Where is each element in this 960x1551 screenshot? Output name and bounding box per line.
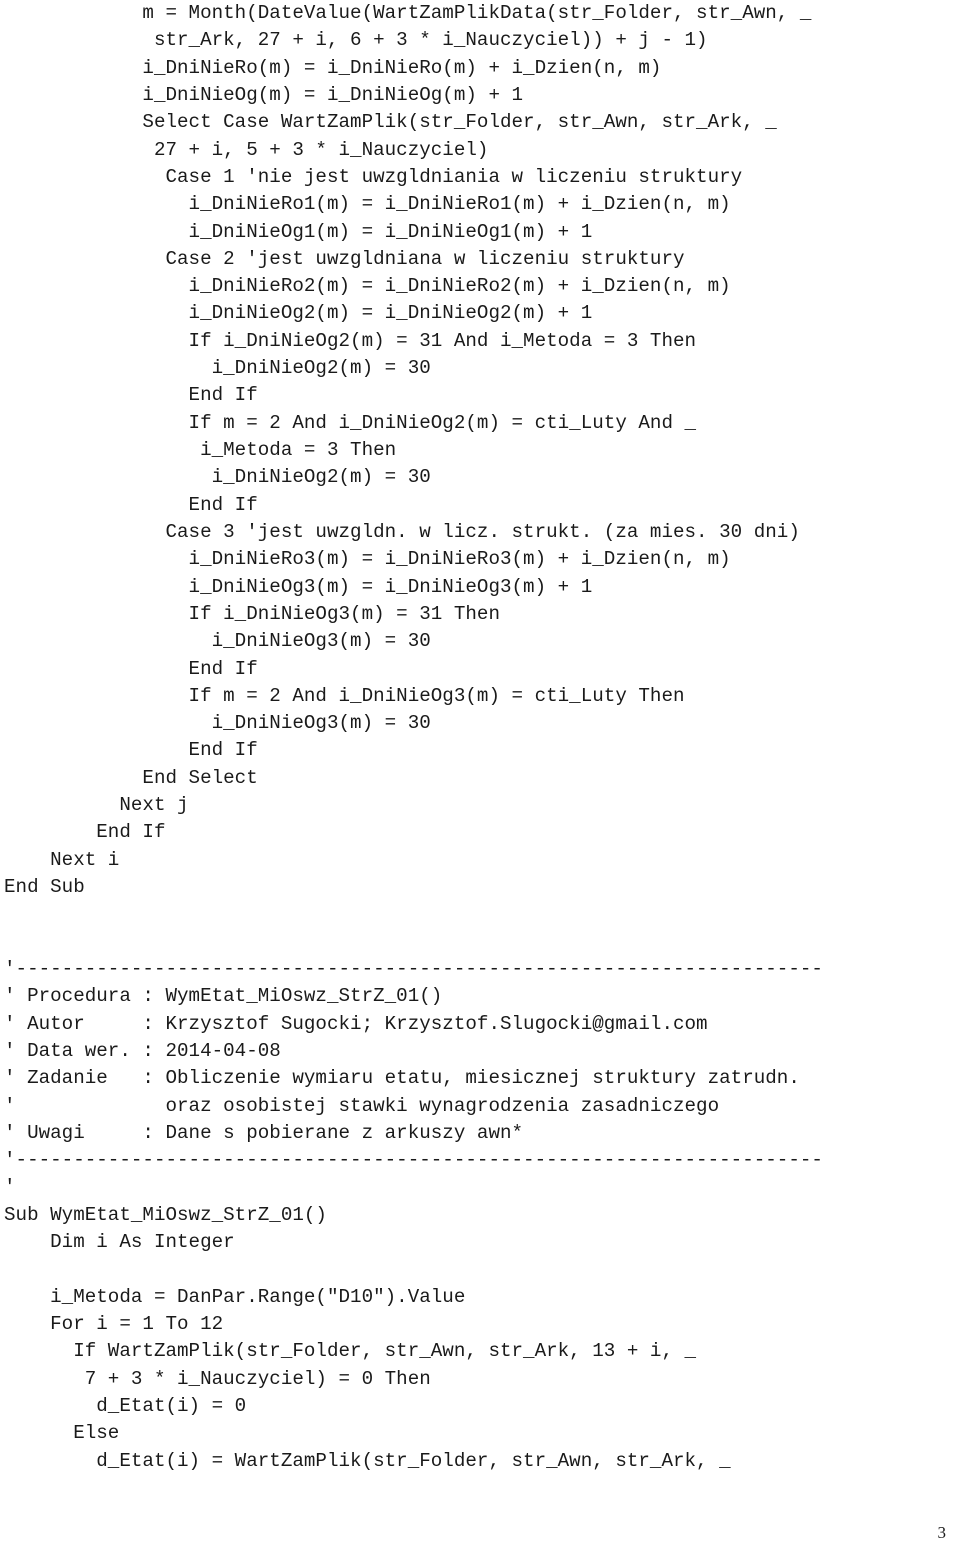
code-line: m = Month(DateValue(WartZamPlikData(str_… (4, 2, 812, 24)
code-line: If WartZamPlik(str_Folder, str_Awn, str_… (4, 1340, 697, 1363)
code-line: d_Etat(i) = WartZamPlik(str_Folder, str_… (4, 1449, 731, 1472)
code-line: Select Case WartZamPlik(str_Folder, str_… (4, 111, 777, 134)
code-line: End If (4, 384, 258, 407)
code-line: 7 + 3 * i_Nauczyciel) = 0 Then (4, 1367, 431, 1390)
code-line: 27 + i, 5 + 3 * i_Nauczyciel) (4, 138, 489, 161)
code-line: str_Ark, 27 + i, 6 + 3 * i_Nauczyciel)) … (4, 29, 708, 52)
code-listing: m = Month(DateValue(WartZamPlikData(str_… (4, 0, 960, 1475)
code-line: i_DniNieOg3(m) = 30 (4, 630, 431, 653)
code-line: i_DniNieOg2(m) = 30 (4, 466, 431, 489)
code-line: '---------------------------------------… (4, 957, 823, 980)
code-line: Case 2 'jest uwzgldniana w liczeniu stru… (4, 247, 685, 270)
code-line: ' Uwagi : Dane s pobierane z arkuszy awn… (4, 1121, 524, 1144)
code-line: If m = 2 And i_DniNieOg3(m) = cti_Luty T… (4, 684, 685, 707)
code-line: ' Data wer. : 2014-04-08 (4, 1039, 281, 1062)
code-line: Sub WymEtat_MiOswz_StrZ_01() (4, 1203, 327, 1226)
code-line: ' Zadanie : Obliczenie wymiaru etatu, mi… (4, 1067, 800, 1090)
code-line: i_Metoda = DanPar.Range("D10").Value (4, 1285, 466, 1308)
code-line: d_Etat(i) = 0 (4, 1394, 247, 1417)
code-line: End If (4, 739, 258, 762)
code-line: i_Metoda = 3 Then (4, 439, 397, 461)
code-line: i_DniNieOg3(m) = i_DniNieOg3(m) + 1 (4, 575, 593, 598)
code-line: If i_DniNieOg2(m) = 31 And i_Metoda = 3 … (4, 329, 697, 352)
code-line: i_DniNieRo1(m) = i_DniNieRo1(m) + i_Dzie… (4, 193, 731, 216)
code-line: i_DniNieOg1(m) = i_DniNieOg1(m) + 1 (4, 220, 593, 243)
code-line: If i_DniNieOg3(m) = 31 Then (4, 602, 500, 625)
page-number: 3 (937, 1523, 947, 1542)
code-line: For i = 1 To 12 (4, 1313, 224, 1335)
code-line: Next i (4, 848, 120, 871)
code-line: i_DniNieOg3(m) = 30 (4, 712, 431, 735)
code-line: If m = 2 And i_DniNieOg2(m) = cti_Luty A… (4, 411, 697, 434)
code-line: Case 1 'nie jest uwzgldniania w liczeniu… (4, 165, 743, 188)
code-line: End Sub (4, 876, 85, 898)
code-line: ' Autor : Krzysztof Sugocki; Krzysztof.S… (4, 1012, 708, 1035)
code-line: '---------------------------------------… (4, 1149, 823, 1172)
code-line: i_DniNieRo2(m) = i_DniNieRo2(m) + i_Dzie… (4, 275, 731, 298)
code-line: ' oraz osobistej stawki wynagrodzenia za… (4, 1094, 720, 1117)
code-line: Next j (4, 794, 189, 817)
code-line: Case 3 'jest uwzgldn. w licz. strukt. (z… (4, 520, 800, 543)
code-line: i_DniNieRo3(m) = i_DniNieRo3(m) + i_Dzie… (4, 548, 731, 571)
code-line: i_DniNieRo(m) = i_DniNieRo(m) + i_Dzien(… (4, 56, 662, 79)
code-line: i_DniNieOg2(m) = i_DniNieOg2(m) + 1 (4, 302, 593, 325)
code-line: ' Procedura : WymEtat_MiOswz_StrZ_01() (4, 985, 443, 1008)
code-line: ' (4, 1176, 16, 1199)
code-line: i_DniNieOg(m) = i_DniNieOg(m) + 1 (4, 83, 524, 106)
code-line: End Select (4, 766, 258, 789)
code-line: End If (4, 493, 258, 516)
code-line: Else (4, 1422, 120, 1445)
code-line: i_DniNieOg2(m) = 30 (4, 357, 431, 380)
code-line: Dim i As Integer (4, 1231, 235, 1254)
code-line: End If (4, 821, 166, 844)
code-line: End If (4, 657, 258, 680)
